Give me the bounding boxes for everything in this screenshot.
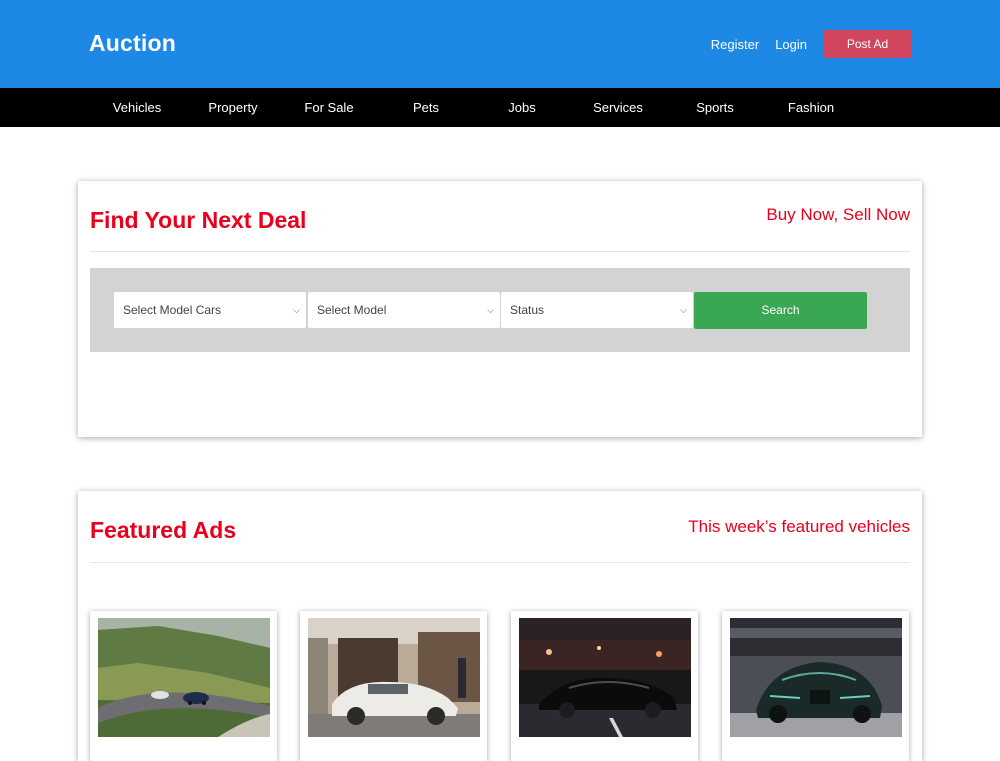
section-divider: [90, 251, 910, 252]
ad-photo: [519, 618, 691, 737]
nav-item-sports[interactable]: Sports: [667, 88, 763, 127]
featured-ad-card[interactable]: [90, 611, 277, 761]
ad-photo: [98, 618, 270, 737]
search-panel-subtitle: Buy Now, Sell Now: [766, 205, 910, 224]
model-select[interactable]: Select Model ⌵: [308, 292, 500, 328]
chevron-down-icon: ⌵: [487, 305, 494, 315]
featured-ads-subtitle: This week’s featured vehicles: [688, 517, 910, 536]
login-link[interactable]: Login: [775, 37, 807, 52]
ad-photo: [730, 618, 902, 737]
status-select-value: Status: [510, 303, 545, 317]
site-header: Auction Register Login Post Ad: [0, 0, 1000, 88]
nav-item-for-sale[interactable]: For Sale: [281, 88, 377, 127]
search-button[interactable]: Search: [694, 292, 867, 329]
model-select-value: Select Model: [317, 303, 387, 317]
featured-ad-card[interactable]: [511, 611, 698, 761]
ad-photo: [308, 618, 480, 737]
search-panel-title: Find Your Next Deal: [90, 207, 307, 233]
chevron-down-icon: ⌵: [680, 305, 687, 315]
nav-item-services[interactable]: Services: [570, 88, 666, 127]
search-form: Select Model Cars ⌵ Select Model ⌵ Statu…: [90, 268, 910, 352]
post-ad-button[interactable]: Post Ad: [823, 30, 912, 58]
header-actions: Register Login Post Ad: [711, 30, 912, 58]
featured-ads-panel: Featured Ads This week’s featured vehicl…: [78, 491, 922, 761]
featured-ad-card[interactable]: [722, 611, 909, 761]
nav-item-fashion[interactable]: Fashion: [763, 88, 859, 127]
search-panel: Find Your Next Deal Buy Now, Sell Now Se…: [78, 181, 922, 437]
site-logo[interactable]: Auction: [89, 30, 176, 57]
make-select-value: Select Model Cars: [123, 303, 222, 317]
nav-item-property[interactable]: Property: [185, 88, 281, 127]
status-select[interactable]: Status ⌵: [501, 292, 693, 328]
register-link[interactable]: Register: [711, 37, 759, 52]
featured-ad-card[interactable]: [300, 611, 487, 761]
featured-ads-title: Featured Ads: [90, 517, 237, 543]
nav-item-pets[interactable]: Pets: [378, 88, 474, 127]
make-select[interactable]: Select Model Cars ⌵: [114, 292, 306, 328]
nav-item-jobs[interactable]: Jobs: [474, 88, 570, 127]
section-divider: [90, 562, 910, 563]
nav-item-vehicles[interactable]: Vehicles: [89, 88, 185, 127]
chevron-down-icon: ⌵: [293, 305, 300, 315]
category-nav: Vehicles Property For Sale Pets Jobs Ser…: [0, 88, 1000, 127]
